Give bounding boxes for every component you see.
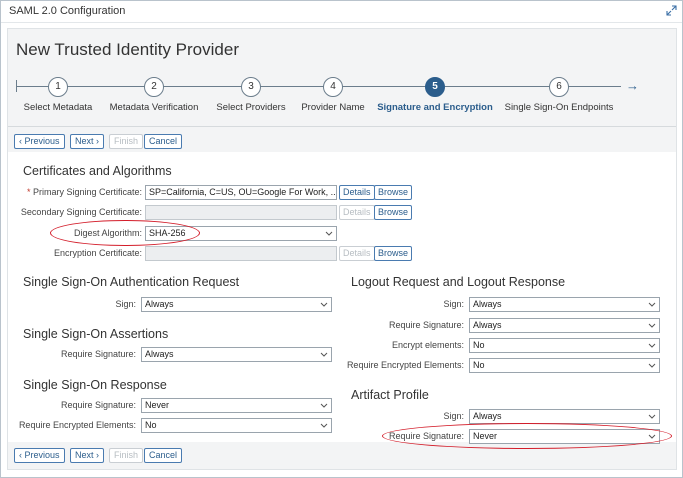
form-content: Certificates and Algorithms * Primary Si…: [8, 152, 676, 449]
chevron-down-icon: [320, 302, 328, 307]
logout-req-sig-select[interactable]: Always: [469, 318, 660, 333]
sso-auth-sign-select[interactable]: Always: [141, 297, 332, 312]
logout-req-enc-value: No: [473, 360, 485, 370]
bottom-button-bar: ‹ Previous Next › Finish Cancel: [8, 448, 676, 470]
sso-auth-sign-label: Sign:: [115, 299, 136, 309]
chevron-down-icon: [320, 423, 328, 428]
next-button-bottom[interactable]: Next ›: [70, 448, 105, 463]
primary-browse-button[interactable]: Browse: [374, 185, 413, 200]
sso-assertions-req-sig-label: Require Signature:: [60, 349, 136, 359]
cancel-button-bottom[interactable]: Cancel: [144, 448, 183, 463]
roadmap-line: [16, 86, 621, 87]
secondary-signing-label: Secondary Signing Certificate:: [20, 207, 142, 217]
certs-section-title: Certificates and Algorithms: [23, 164, 172, 178]
encryption-cert-label: Encryption Certificate:: [53, 248, 142, 258]
finish-button-bottom: Finish: [109, 448, 144, 463]
primary-signing-label-text: Primary Signing Certificate:: [32, 187, 142, 197]
next-button[interactable]: Next ›: [70, 134, 105, 149]
saml-config-window: SAML 2.0 Configuration New Trusted Ident…: [0, 0, 683, 478]
previous-button-bottom-label: Previous: [24, 450, 60, 460]
chevron-down-icon: [648, 414, 656, 419]
sso-assertions-section-title: Single Sign-On Assertions: [23, 327, 169, 341]
chevron-down-icon: [648, 363, 656, 368]
chevron-down-icon: [648, 343, 656, 348]
sso-assertions-req-sig-select[interactable]: Always: [141, 347, 332, 362]
digest-algorithm-value: SHA-256: [149, 228, 186, 238]
roadmap-label-5[interactable]: Signature and Encryption: [377, 102, 493, 113]
logout-section-title: Logout Request and Logout Response: [351, 275, 566, 289]
chevron-down-icon: [648, 302, 656, 307]
roadmap-step-3[interactable]: 3: [241, 77, 261, 97]
cancel-button[interactable]: Cancel: [144, 134, 183, 149]
sso-response-req-enc-label: Require Encrypted Elements:: [18, 420, 136, 430]
roadmap-label-3[interactable]: Select Providers: [216, 102, 285, 113]
artifact-sign-select[interactable]: Always: [469, 409, 660, 424]
logout-req-sig-value: Always: [473, 320, 502, 330]
encryption-browse-button[interactable]: Browse: [374, 246, 413, 261]
chevron-down-icon: [648, 434, 656, 439]
logout-sign-select[interactable]: Always: [469, 297, 660, 312]
roadmap-step-2[interactable]: 2: [144, 77, 164, 97]
logout-encrypt-select[interactable]: No: [469, 338, 660, 353]
roadmap-step-5[interactable]: 5: [425, 77, 445, 97]
previous-button-label: Previous: [24, 136, 60, 146]
divider: [8, 126, 676, 127]
sso-response-req-enc-select[interactable]: No: [141, 418, 332, 433]
wizard-panel: New Trusted Identity Provider 1 Select M…: [7, 28, 677, 470]
primary-details-button[interactable]: Details: [339, 185, 375, 200]
encryption-cert-field: [145, 246, 337, 261]
sso-auth-sign-value: Always: [145, 299, 174, 309]
artifact-req-sig-select[interactable]: Never: [469, 429, 660, 444]
finish-button: Finish: [109, 134, 144, 149]
logout-sign-value: Always: [473, 299, 502, 309]
logout-sign-label: Sign:: [443, 299, 464, 309]
primary-signing-label: * Primary Signing Certificate:: [27, 187, 142, 197]
logout-req-enc-label: Require Encrypted Elements:: [346, 360, 464, 370]
artifact-req-sig-value: Never: [473, 431, 498, 441]
secondary-browse-button[interactable]: Browse: [374, 205, 413, 220]
chevron-down-icon: [648, 323, 656, 328]
sso-response-section-title: Single Sign-On Response: [23, 378, 167, 392]
sso-response-req-sig-value: Never: [145, 400, 170, 410]
window-title: SAML 2.0 Configuration: [9, 5, 126, 17]
roadmap-label-4[interactable]: Provider Name: [301, 102, 364, 113]
chevron-down-icon: [320, 403, 328, 408]
logout-req-enc-select[interactable]: No: [469, 358, 660, 373]
sso-assertions-req-sig-value: Always: [145, 349, 174, 359]
artifact-sign-value: Always: [473, 411, 502, 421]
sso-auth-section-title: Single Sign-On Authentication Request: [23, 275, 240, 289]
next-button-bottom-label: Next: [75, 450, 94, 460]
roadmap-step-6[interactable]: 6: [549, 77, 569, 97]
roadmap-label-2[interactable]: Metadata Verification: [110, 102, 199, 113]
artifact-req-sig-label: Require Signature:: [388, 431, 464, 441]
roadmap-label-1[interactable]: Select Metadata: [24, 102, 93, 113]
secondary-details-button: Details: [339, 205, 375, 220]
sso-response-req-sig-label: Require Signature:: [60, 400, 136, 410]
digest-algorithm-select[interactable]: SHA-256: [145, 226, 337, 241]
chevron-down-icon: [325, 231, 333, 236]
arrow-right-icon: →: [626, 78, 639, 93]
roadmap-step-4[interactable]: 4: [323, 77, 343, 97]
primary-signing-field[interactable]: SP=California, C=US, OU=Google For Work,…: [145, 185, 337, 200]
roadmap-step-1[interactable]: 1: [48, 77, 68, 97]
artifact-section-title: Artifact Profile: [351, 388, 429, 402]
secondary-signing-field: [145, 205, 337, 220]
expand-icon[interactable]: [666, 5, 677, 19]
title-bar: SAML 2.0 Configuration: [1, 1, 682, 23]
roadmap-label-6[interactable]: Single Sign-On Endpoints: [505, 102, 614, 113]
chevron-down-icon: [320, 352, 328, 357]
next-button-label: Next: [75, 136, 94, 146]
previous-button[interactable]: ‹ Previous: [14, 134, 65, 149]
logout-req-sig-label: Require Signature:: [388, 320, 464, 330]
page-title: New Trusted Identity Provider: [16, 40, 239, 59]
sso-response-req-sig-select[interactable]: Never: [141, 398, 332, 413]
encryption-details-button: Details: [339, 246, 375, 261]
previous-button-bottom[interactable]: ‹ Previous: [14, 448, 65, 463]
logout-encrypt-value: No: [473, 340, 485, 350]
artifact-sign-label: Sign:: [443, 411, 464, 421]
sso-response-req-enc-value: No: [145, 420, 157, 430]
digest-algorithm-label: Digest Algorithm:: [73, 228, 142, 238]
logout-encrypt-label: Encrypt elements:: [391, 340, 464, 350]
